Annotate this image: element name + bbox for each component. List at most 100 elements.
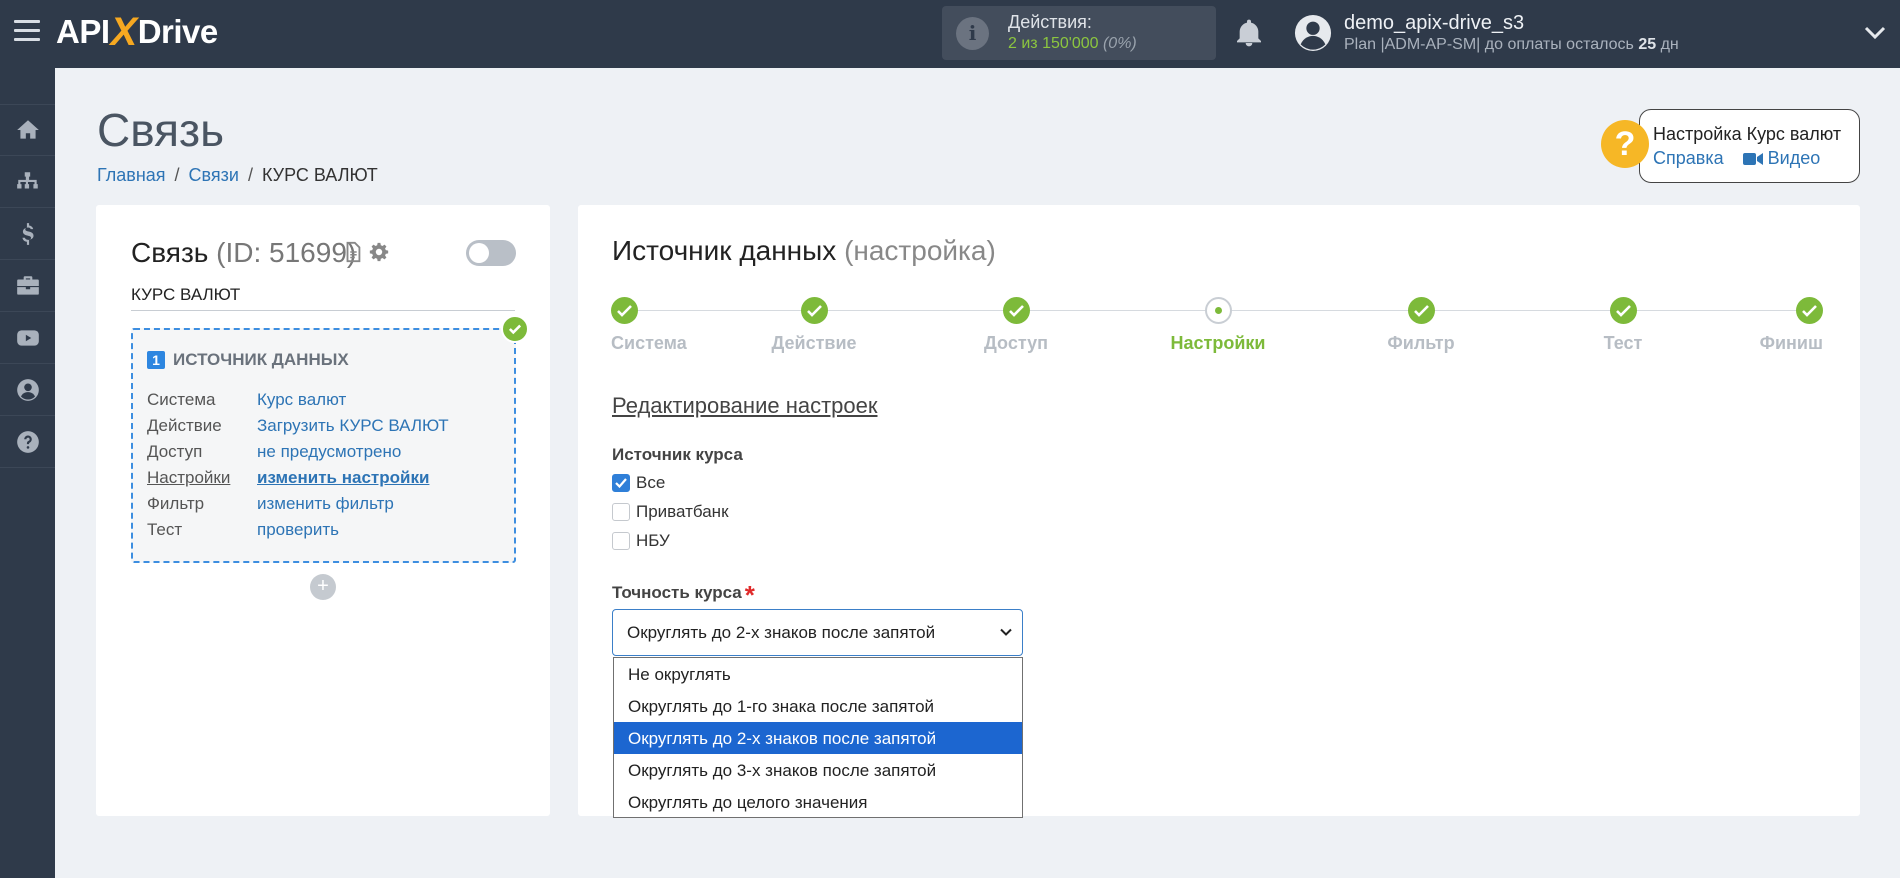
- dropdown-option[interactable]: Округлять до 1-го знака после запятой: [614, 690, 1022, 722]
- step-done-icon: [1407, 297, 1435, 324]
- precision-label-text: Точность курса: [612, 583, 742, 602]
- dropdown-option-selected[interactable]: Округлять до 2-х знаков после запятой: [614, 722, 1022, 754]
- help-link[interactable]: Справка: [1653, 148, 1724, 168]
- source-row-action: Действие Загрузить КУРС ВАЛЮТ: [147, 416, 449, 442]
- video-camera-icon: [1742, 153, 1763, 165]
- connection-name[interactable]: КУРС ВАЛЮТ: [131, 285, 515, 311]
- connection-title-text: Связь: [131, 237, 209, 268]
- avatar[interactable]: [1294, 14, 1332, 52]
- checkbox-privatbank[interactable]: Приватбанк: [612, 502, 729, 522]
- breadcrumb-home[interactable]: Главная: [97, 165, 166, 185]
- row-value-link[interactable]: Загрузить КУРС ВАЛЮТ: [257, 416, 449, 442]
- step-test[interactable]: Тест: [1553, 297, 1693, 354]
- source-row-system: Система Курс валют: [147, 390, 449, 416]
- source-row-settings: Настройки изменить настройки: [147, 468, 449, 494]
- dropdown-option[interactable]: Округлять до 3-х знаков после запятой: [614, 754, 1022, 786]
- step-label: Доступ: [984, 333, 1048, 353]
- logo[interactable]: API X Drive: [56, 10, 218, 54]
- step-label: Настройки: [1170, 333, 1266, 353]
- menu-icon[interactable]: [14, 20, 40, 44]
- actions-title: Действия:: [1008, 12, 1092, 32]
- checkbox-nbu[interactable]: НБУ: [612, 531, 670, 551]
- add-block-button[interactable]: +: [310, 574, 336, 600]
- home-icon: [16, 120, 39, 139]
- actions-percent: (0%): [1102, 35, 1137, 52]
- settings-subtitle: (настройка): [844, 235, 996, 266]
- edit-settings-title: Редактирование настроек: [612, 393, 878, 418]
- logo-text-drive: Drive: [137, 13, 219, 50]
- dollar-icon: [21, 222, 34, 245]
- dropdown-option[interactable]: Округлять до целого значения: [614, 786, 1022, 818]
- chevron-down-icon[interactable]: [1864, 24, 1886, 42]
- precision-selected-value: Округлять до 2-х знаков после запятой: [627, 623, 936, 642]
- row-key: Система: [147, 390, 216, 409]
- help-title: Настройка Курс валют: [1653, 124, 1842, 144]
- video-link[interactable]: Видео: [1742, 148, 1820, 168]
- connection-toggle[interactable]: [466, 240, 516, 266]
- step-access[interactable]: Доступ: [946, 297, 1086, 354]
- bell-icon[interactable]: [1233, 17, 1265, 49]
- checkbox-checked[interactable]: [612, 474, 630, 492]
- step-current-icon: [1204, 297, 1232, 324]
- precision-label: Точность курса *: [612, 580, 755, 611]
- plan-days: 25: [1638, 36, 1657, 53]
- row-key: Действие: [147, 416, 222, 435]
- dropdown-option[interactable]: Не округлять: [614, 658, 1022, 690]
- sidebar-item-video[interactable]: [0, 312, 55, 364]
- step-done-icon: [1796, 297, 1823, 324]
- source-number-badge: 1: [147, 351, 165, 369]
- checkbox-label: Приватбанк: [636, 502, 729, 521]
- row-value-link[interactable]: проверить: [257, 520, 339, 546]
- precision-dropdown: Не округлять Округлять до 1-го знака пос…: [613, 657, 1023, 818]
- sidebar-item-tools[interactable]: [0, 260, 55, 312]
- settings-title-text: Источник данных: [612, 235, 837, 266]
- row-key: Тест: [147, 520, 183, 539]
- step-done-icon: [1002, 297, 1030, 324]
- connection-card: Связь (ID: 51699) КУРС ВАЛЮТ 1 ИСТОЧНИК Д…: [96, 205, 550, 816]
- actions-value: 2 из 150'000 (0%): [1008, 35, 1137, 53]
- gear-icon[interactable]: [368, 241, 390, 263]
- data-source-block[interactable]: 1 ИСТОЧНИК ДАННЫХ Система Курс валют Дейст…: [131, 328, 516, 563]
- source-row-test: Тест проверить: [147, 520, 449, 546]
- row-value-link[interactable]: изменить фильтр: [257, 494, 394, 520]
- precision-select[interactable]: Округлять до 2-х знаков после запятой: [612, 609, 1023, 656]
- sidebar-item-home[interactable]: [0, 104, 55, 156]
- source-heading-text: ИСТОЧНИК ДАННЫХ: [173, 350, 349, 369]
- sidebar-item-profile[interactable]: [0, 364, 55, 416]
- row-value-link[interactable]: изменить настройки: [257, 468, 429, 494]
- source-row-filter: Фильтр изменить фильтр: [147, 494, 449, 520]
- breadcrumb-separator: /: [174, 165, 180, 185]
- step-action[interactable]: Действие: [744, 297, 884, 354]
- required-mark: *: [744, 580, 755, 610]
- page-title: Связь: [97, 104, 225, 156]
- step-finish[interactable]: Финиш: [1683, 297, 1823, 354]
- step-system[interactable]: Система: [611, 297, 751, 354]
- row-key: Настройки: [147, 468, 231, 487]
- document-icon[interactable]: [342, 241, 364, 263]
- logo-text-x: X: [110, 9, 138, 54]
- top-bar: API X Drive i Действия: 2 из 150'000 (0%) …: [0, 0, 1900, 68]
- sidebar-item-connections[interactable]: [0, 156, 55, 208]
- user-plan: Plan |ADM-AP-SM| до оплаты осталось 25 д…: [1344, 36, 1679, 54]
- settings-title: Источник данных (настройка): [612, 235, 996, 267]
- row-value-link[interactable]: Курс валют: [257, 390, 346, 416]
- user-name[interactable]: demo_apix-drive_s3: [1344, 12, 1524, 35]
- row-value-link[interactable]: не предусмотрено: [257, 442, 401, 468]
- actions-counter: i Действия: 2 из 150'000 (0%): [942, 6, 1216, 60]
- sidebar-item-billing[interactable]: [0, 208, 55, 260]
- sidebar-item-help[interactable]: [0, 416, 55, 468]
- step-filter[interactable]: Фильтр: [1351, 297, 1491, 354]
- breadcrumb-connections[interactable]: Связи: [189, 165, 239, 185]
- source-heading: 1 ИСТОЧНИК ДАННЫХ: [147, 350, 349, 370]
- chevron-down-icon: [1000, 628, 1012, 636]
- checkbox-label: Все: [636, 473, 666, 492]
- step-label: Система: [611, 333, 687, 353]
- step-done-icon: [611, 297, 638, 324]
- checkbox-all[interactable]: Все: [612, 473, 665, 493]
- checkbox-unchecked[interactable]: [612, 532, 630, 550]
- question-icon: ?: [1601, 120, 1649, 168]
- connection-id: (ID: 51699): [216, 237, 357, 268]
- checkbox-unchecked[interactable]: [612, 503, 630, 521]
- step-settings[interactable]: Настройки: [1148, 297, 1288, 354]
- breadcrumb-separator: /: [247, 165, 253, 185]
